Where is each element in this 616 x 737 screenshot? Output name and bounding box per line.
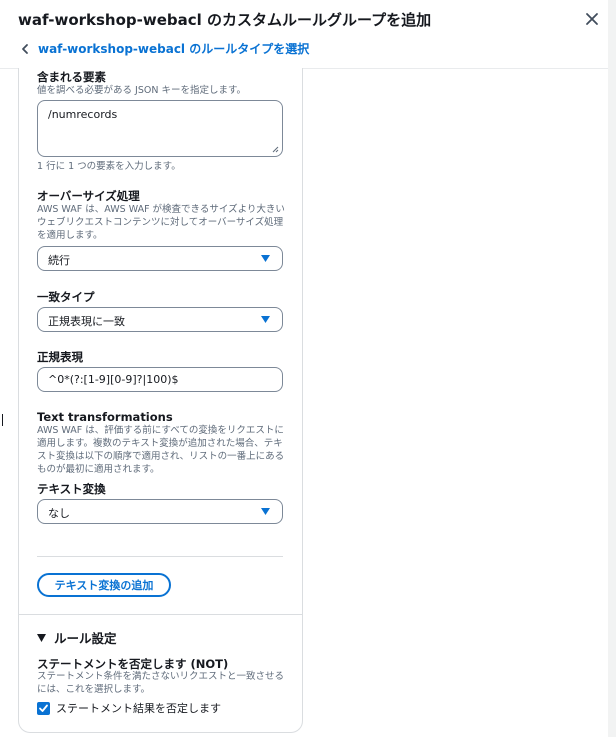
regex-value: ^0*(?:[1-9][0-9]?|100)$ [48, 373, 179, 386]
negate-description: ステートメント条件を満たさないリクエストと一致させるには、これを選択します。 [37, 671, 285, 695]
text-cursor [2, 414, 3, 426]
caret-down-icon [261, 255, 270, 262]
text-transformation-selected: なし [48, 507, 70, 520]
back-link-label: waf-workshop-webacl のルールタイプを選択 [38, 42, 310, 56]
negate-checkbox[interactable] [37, 701, 50, 715]
divider [37, 556, 283, 557]
triangle-down-icon [37, 633, 46, 642]
included-elements-description: 値を調べる必要がある JSON キーを指定します。 [37, 85, 247, 96]
rule-settings-heading: ルール設定 [54, 631, 117, 646]
chevron-left-icon [22, 43, 28, 54]
regex-input[interactable]: ^0*(?:[1-9][0-9]?|100)$ [37, 367, 283, 392]
caret-down-icon [261, 316, 270, 323]
section-divider [19, 614, 302, 615]
regex-label: 正規表現 [37, 350, 83, 364]
included-elements-label: 含まれる要素 [37, 70, 106, 84]
close-icon[interactable] [583, 10, 601, 28]
match-type-select[interactable]: 正規表現に一致 [37, 307, 283, 332]
resize-grip-icon[interactable] [272, 146, 279, 153]
text-transformations-description: AWS WAF は、評価する前にすべての変換をリクエストに適用します。複数のテキ… [37, 425, 285, 475]
modal-title: waf-workshop-webacl のカスタムルールグループを追加 [18, 11, 432, 29]
text-transformation-label: テキスト変換 [37, 482, 106, 496]
back-link[interactable]: waf-workshop-webacl のルールタイプを選択 [18, 40, 309, 57]
scrollbar[interactable] [608, 0, 616, 737]
rule-settings-toggle[interactable]: ルール設定 [37, 628, 117, 647]
text-transformations-heading: Text transformations [37, 410, 173, 424]
rule-form-panel: 含まれる要素 値を調べる必要がある JSON キーを指定します。 /numrec… [18, 68, 303, 733]
oversize-select[interactable]: 続行 [37, 246, 283, 271]
match-type-selected: 正規表現に一致 [48, 315, 125, 328]
add-text-transformation-button[interactable]: テキスト変換の追加 [37, 573, 171, 597]
included-elements-textarea[interactable]: /numrecords [37, 100, 283, 157]
negate-checkbox-row[interactable]: ステートメント結果を否定します [37, 700, 221, 716]
included-elements-hint: 1 行に 1 つの要素を入力します。 [37, 161, 181, 172]
oversize-description: AWS WAF は、AWS WAF が検査できるサイズより大きいウェブリクエスト… [37, 204, 285, 241]
modal-header: waf-workshop-webacl のカスタムルールグループを追加 waf-… [0, 0, 616, 69]
caret-down-icon [261, 508, 270, 515]
match-type-label: 一致タイプ [37, 290, 95, 304]
negate-checkbox-label: ステートメント結果を否定します [56, 702, 221, 715]
oversize-label: オーバーサイズ処理 [37, 189, 140, 203]
oversize-selected: 続行 [48, 254, 70, 267]
checkmark-icon [39, 704, 48, 712]
included-elements-value: /numrecords [48, 108, 118, 121]
text-transformation-select[interactable]: なし [37, 499, 283, 524]
